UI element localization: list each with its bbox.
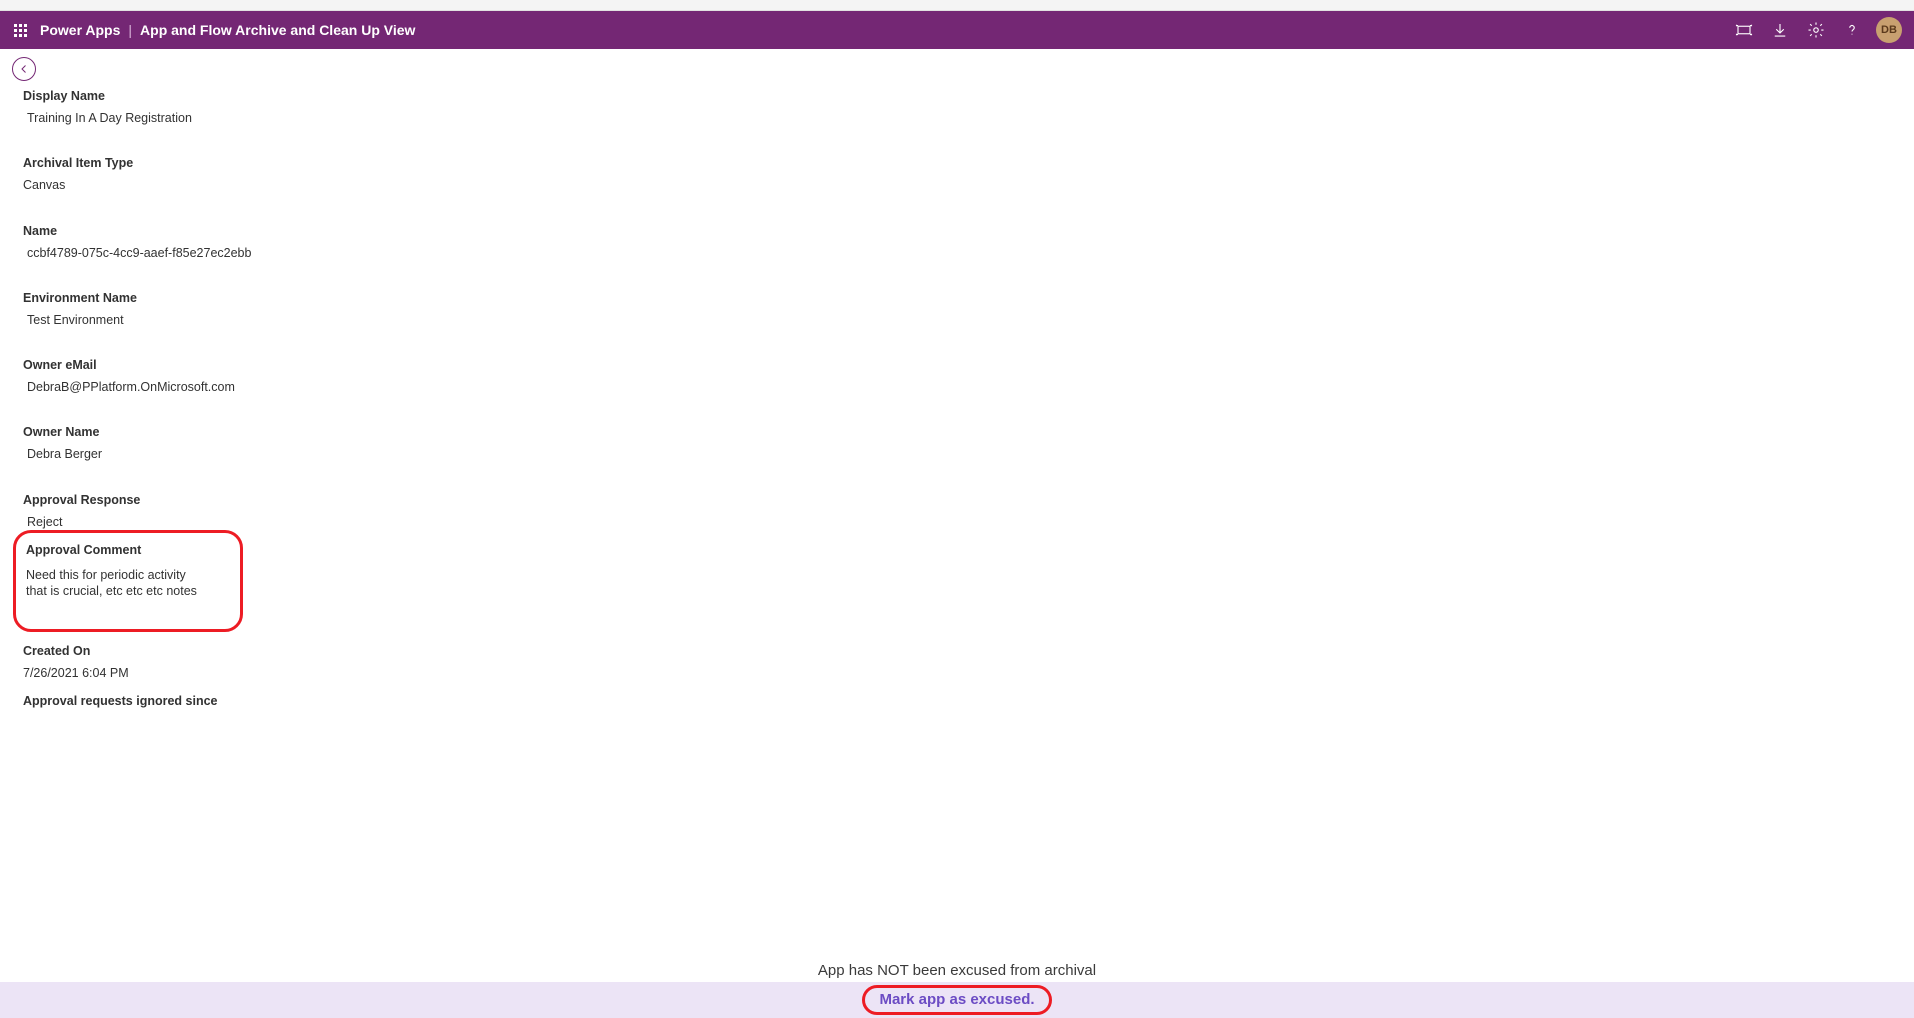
avatar[interactable]: DB (1876, 17, 1902, 43)
page-title: App and Flow Archive and Clean Up View (140, 22, 415, 38)
main-area: Display Name Training In A Day Registrat… (0, 49, 1914, 1018)
field-value: DebraB@PPlatform.OnMicrosoft.com (23, 377, 350, 397)
field-created-on: Created On 7/26/2021 6:04 PM (23, 644, 350, 683)
field-name: Name ccbf4789-075c-4cc9-aaef-f85e27ec2eb… (23, 224, 350, 263)
settings-icon[interactable] (1798, 11, 1834, 49)
excuse-status-message: App has NOT been excused from archival (0, 956, 1914, 982)
field-value: Test Environment (23, 310, 350, 330)
field-approval-ignored: Approval requests ignored since (23, 694, 350, 708)
field-label: Owner eMail (23, 358, 350, 372)
field-value: Debra Berger (23, 444, 350, 464)
field-label: Created On (23, 644, 350, 658)
field-approval-response: Approval Response Reject (23, 493, 350, 532)
field-owner-email: Owner eMail DebraB@PPlatform.OnMicrosoft… (23, 358, 350, 397)
field-display-name: Display Name Training In A Day Registrat… (23, 89, 350, 128)
highlight-action-button: Mark app as excused. (862, 985, 1051, 1015)
field-label: Name (23, 224, 350, 238)
field-label: Display Name (23, 89, 350, 103)
back-button[interactable] (12, 57, 36, 81)
field-label: Environment Name (23, 291, 350, 305)
mark-excused-button[interactable]: Mark app as excused. (879, 991, 1034, 1008)
field-owner-name: Owner Name Debra Berger (23, 425, 350, 464)
field-value: Training In A Day Registration (23, 108, 350, 128)
field-label: Owner Name (23, 425, 350, 439)
field-value: Need this for periodic activity that is … (26, 565, 206, 602)
field-label: Approval Comment (26, 543, 228, 557)
field-label: Archival Item Type (23, 156, 350, 170)
field-value: Canvas (23, 175, 350, 195)
field-environment-name: Environment Name Test Environment (23, 291, 350, 330)
field-label: Approval Response (23, 493, 350, 507)
title-separator: | (128, 22, 132, 38)
field-archival-item-type: Archival Item Type Canvas (23, 156, 350, 195)
fit-to-screen-icon[interactable] (1726, 11, 1762, 49)
app-title[interactable]: Power Apps (40, 22, 120, 38)
help-icon[interactable] (1834, 11, 1870, 49)
action-bar: Mark app as excused. (0, 982, 1914, 1018)
browser-chrome-strip (0, 0, 1914, 11)
form-scroll-area[interactable]: Display Name Training In A Day Registrat… (0, 49, 1914, 956)
highlight-approval-comment: Approval Comment Need this for periodic … (13, 530, 243, 633)
waffle-icon[interactable] (0, 11, 40, 49)
field-value: ccbf4789-075c-4cc9-aaef-f85e27ec2ebb (23, 243, 350, 263)
field-value: Reject (23, 512, 350, 532)
detail-form: Display Name Training In A Day Registrat… (0, 49, 350, 708)
field-value: 7/26/2021 6:04 PM (23, 663, 350, 683)
download-icon[interactable] (1762, 11, 1798, 49)
app-header: Power Apps | App and Flow Archive and Cl… (0, 11, 1914, 49)
field-label: Approval requests ignored since (23, 694, 350, 708)
